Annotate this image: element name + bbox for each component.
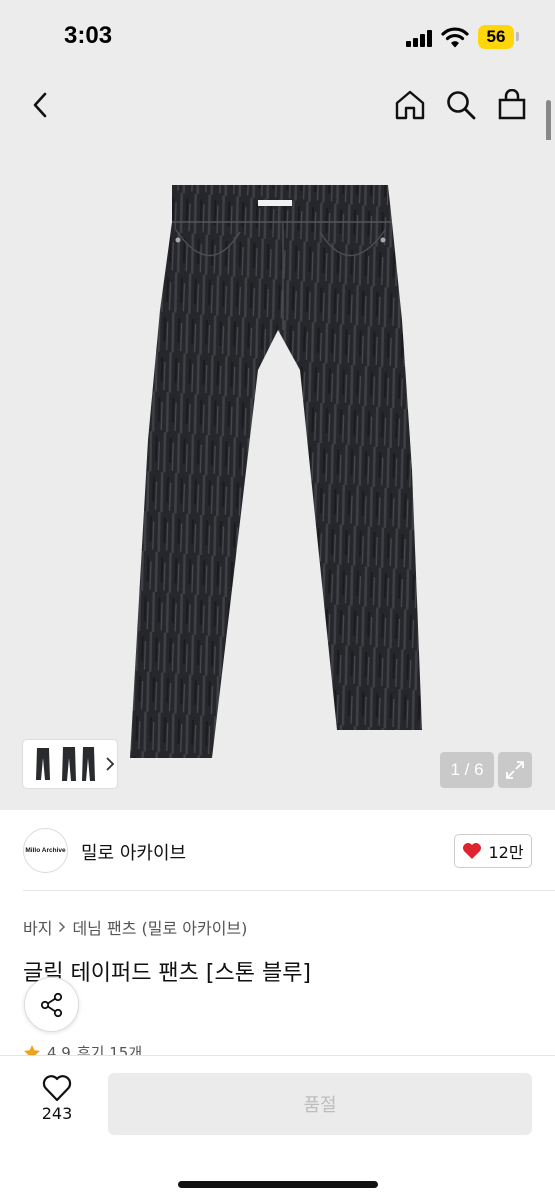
search-button[interactable] (439, 83, 483, 127)
wishlist-button[interactable]: 243 (28, 1074, 86, 1134)
brand-row: Millo Archive 밀로 아카이브 12만 (0, 810, 555, 890)
expand-image-button[interactable] (498, 752, 532, 788)
chevron-right-icon (106, 757, 115, 771)
status-bar: 3:03 56 (0, 0, 555, 70)
breadcrumb-item-category[interactable]: 바지 (23, 915, 52, 939)
image-counter: 1 / 6 (440, 752, 494, 788)
battery-nub (516, 32, 519, 41)
product-image-gallery[interactable] (0, 140, 555, 810)
divider (23, 890, 555, 891)
heart-filled-icon (463, 843, 482, 859)
brand-like-count: 12만 (488, 843, 524, 862)
share-icon (40, 992, 62, 1017)
cart-button[interactable] (490, 83, 534, 127)
brand-logo-text: Millo Archive (25, 847, 66, 854)
wifi-icon (441, 27, 469, 48)
breadcrumb-item-subcategory[interactable]: 데님 팬츠 (밀로 아카이브) (72, 915, 247, 939)
heart-outline-icon (42, 1075, 72, 1102)
brand-like-button[interactable]: 12만 (454, 834, 532, 868)
cellular-signal-icon (406, 30, 434, 47)
product-image-pants (130, 185, 422, 758)
home-indicator (178, 1181, 378, 1188)
brand-name-link[interactable]: 밀로 아카이브 (81, 839, 186, 865)
breadcrumb: 바지 데님 팬츠 (밀로 아카이브) (23, 915, 247, 939)
wishlist-count: 243 (41, 1104, 73, 1123)
sold-out-button[interactable]: 품절 (108, 1073, 532, 1135)
back-chevron-icon (33, 92, 47, 118)
thumbnail-preview-button[interactable] (23, 740, 117, 788)
battery-indicator: 56 (478, 25, 514, 49)
back-button[interactable] (18, 83, 62, 127)
share-button[interactable] (24, 977, 79, 1032)
expand-icon (506, 761, 524, 779)
chevron-right-icon (59, 921, 66, 933)
bottom-action-bar: 243 품절 (0, 1055, 555, 1200)
brand-logo[interactable]: Millo Archive (23, 828, 68, 873)
status-time: 3:03 (64, 22, 113, 49)
thumbnail-pants-image (36, 747, 95, 781)
navigation-bar (0, 70, 555, 140)
home-button[interactable] (388, 83, 432, 127)
home-icon (395, 90, 425, 120)
shopping-bag-icon (498, 89, 526, 120)
search-icon (447, 91, 476, 120)
